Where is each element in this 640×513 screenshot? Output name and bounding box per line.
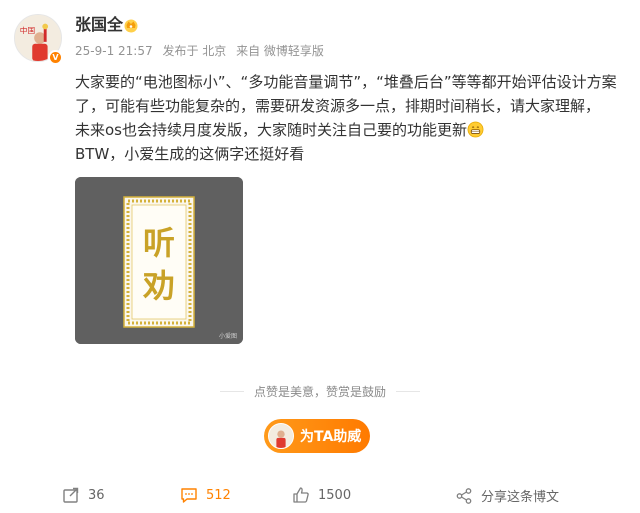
like-button[interactable]: 1500 (292, 486, 351, 504)
share-icon (456, 487, 472, 504)
support-button-label: 为TA助威 (300, 429, 362, 445)
post-meta: 25-9-1 21:57 发布于 北京 来自 微博轻享版 (75, 42, 330, 60)
share-button[interactable]: 分享这条博文 (455, 486, 559, 505)
post-text-line: 大家要的“电池图标小”、“多功能音量调节”，“堆叠后台”等等都开始评估设计方案 (75, 73, 617, 91)
post-body: 大家要的“电池图标小”、“多功能音量调节”，“堆叠后台”等等都开始评估设计方案 … (75, 70, 623, 166)
post-source: 来自 微博轻享版 (236, 44, 324, 58)
couplet-char-2: 劝 (142, 267, 175, 305)
support-avatar (268, 423, 294, 449)
repost-icon (63, 487, 79, 503)
couplet-image: 听 劝 (75, 177, 243, 344)
repost-button[interactable]: 36 (62, 486, 105, 504)
image-watermark: 小爱图 (218, 333, 237, 340)
svg-text:中国: 中国 (20, 25, 35, 35)
post-timestamp[interactable]: 25-9-1 21:57 (75, 44, 153, 58)
post-text-line: 未来os也会持续月度发版，大家随时关注自己要的功能更新 (75, 118, 623, 142)
like-count: 1500 (318, 487, 352, 503)
post-image[interactable]: 听 劝 小爱图 (75, 177, 243, 344)
couplet-char-1: 听 (143, 224, 175, 262)
grin-emoji-icon (467, 121, 484, 138)
action-bar: 36 512 1500 分享这条博文 (0, 478, 640, 512)
support-button[interactable]: 为TA助威 (264, 419, 370, 453)
comment-icon (181, 488, 197, 503)
comment-button[interactable]: 512 (180, 486, 231, 504)
divider-line (396, 391, 420, 392)
post-text-fragment: 未来os也会持续月度发版，大家随时关注自己要的功能更新 (75, 121, 467, 139)
author-name[interactable]: 张国全 (75, 14, 123, 36)
post-text-line: BTW，小爱生成的这俩字还挺好看 (75, 145, 305, 163)
crown-badge-icon[interactable] (123, 17, 139, 33)
verified-badge-icon: V (48, 50, 63, 65)
thumbs-up-icon (293, 487, 309, 503)
reward-text: 点赞是美意，赞赏是鼓励 (253, 385, 386, 399)
reward-divider: 点赞是美意，赞赏是鼓励 (220, 382, 420, 402)
post-text-line: 了，可能有些功能复杂的，需要研发资源多一点，排期时间稍长，请大家理解， (75, 97, 601, 115)
repost-count: 36 (88, 487, 105, 503)
post-location: 发布于 北京 (162, 44, 227, 58)
avatar-image (269, 424, 293, 448)
comment-count: 512 (206, 487, 231, 503)
share-label: 分享这条博文 (481, 490, 560, 505)
